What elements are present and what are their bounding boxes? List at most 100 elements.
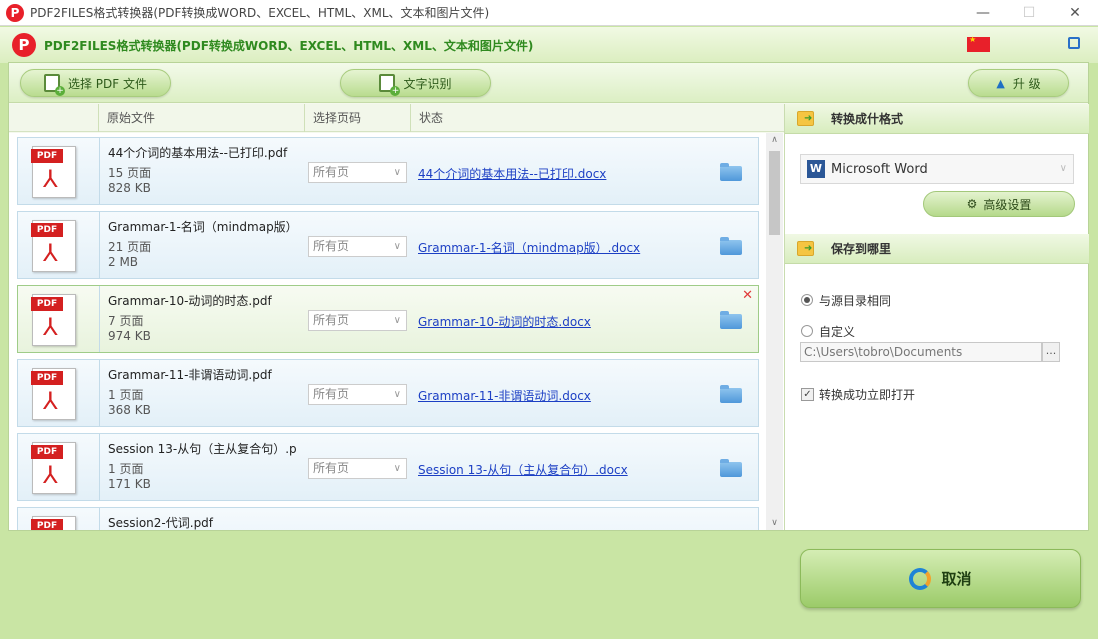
- file-row[interactable]: PDF ⅄ Grammar-11-非谓语动词.pdf 1 页面 368 KB 所有…: [17, 359, 759, 427]
- pdf-file-icon: PDF⅄: [31, 442, 76, 494]
- folder-icon[interactable]: [720, 163, 742, 181]
- file-name: 44个介词的基本用法--已打印.pdf: [108, 146, 288, 160]
- app-header: P PDF2FILES格式转换器(PDF转换成WORD、EXCEL、HTML、X…: [0, 27, 1098, 63]
- convert-format-icon: [797, 111, 814, 126]
- file-pages: 1 页面: [108, 388, 144, 402]
- output-file-link[interactable]: Grammar-11-非谓语动词.docx: [418, 387, 591, 404]
- ocr-label: 文字识别: [403, 76, 452, 91]
- column-original-file[interactable]: 原始文件: [98, 104, 304, 132]
- settings-panel: 转换成什格式 W Microsoft Word ∨ ⚙ 高级设置 保存到哪里 与…: [784, 104, 1089, 530]
- file-pages: 7 页面: [108, 314, 144, 328]
- cancel-label: 取消: [941, 570, 972, 588]
- file-row[interactable]: PDF ⅄ Grammar-10-动词的时态.pdf 7 页面 974 KB 所有…: [17, 285, 759, 353]
- minimize-button[interactable]: —: [960, 0, 1006, 26]
- advanced-settings-button[interactable]: ⚙ 高级设置: [923, 191, 1075, 217]
- file-list-scrollbar[interactable]: ∧ ∨: [766, 133, 783, 530]
- pdf-file-icon: PDF⅄: [31, 368, 76, 420]
- file-size: 368 KB: [108, 403, 151, 417]
- file-size: 828 KB: [108, 181, 151, 195]
- close-window-button[interactable]: ✕: [1052, 0, 1098, 26]
- refresh-icon: [909, 567, 932, 590]
- upgrade-button[interactable]: ▲ 升 级: [968, 69, 1069, 97]
- select-pdf-button[interactable]: 选择 PDF 文件: [20, 69, 171, 97]
- file-pages: 15 页面: [108, 166, 152, 180]
- title-bar: P PDF2FILES格式转换器(PDF转换成WORD、EXCEL、HTML、X…: [0, 0, 1098, 26]
- column-page-range[interactable]: 选择页码: [304, 104, 410, 132]
- file-size: 171 KB: [108, 477, 151, 491]
- folder-icon[interactable]: [720, 311, 742, 329]
- ocr-icon: [379, 74, 401, 96]
- remove-file-icon[interactable]: ✕: [742, 288, 753, 303]
- gear-icon: ⚙: [966, 197, 978, 211]
- file-pages: 21 页面: [108, 240, 152, 254]
- logo-icon: P: [12, 33, 36, 57]
- maximize-button: ☐: [1022, 5, 1036, 21]
- format-section-header: 转换成什格式: [785, 104, 1089, 134]
- save-location-icon: [797, 241, 814, 256]
- save-path-input[interactable]: C:\Users\tobro\Documents: [800, 342, 1042, 362]
- file-size: 974 KB: [108, 329, 151, 343]
- file-row[interactable]: PDF ⅄ Session 13-从句（主从复合句）.p 1 页面 171 KB …: [17, 433, 759, 501]
- file-list: PDF ⅄ 44个介词的基本用法--已打印.pdf 15 页面 828 KB 所有…: [9, 133, 784, 530]
- app-icon: P: [6, 3, 24, 22]
- ocr-button[interactable]: 文字识别: [340, 69, 491, 97]
- file-list-header: 原始文件 选择页码 状态: [9, 104, 784, 132]
- save-section-header: 保存到哪里: [785, 234, 1089, 264]
- file-name: Session2-代词.pdf: [108, 516, 214, 530]
- scroll-up-icon[interactable]: ∧: [766, 133, 783, 147]
- up-arrow-icon: ▲: [996, 76, 1005, 90]
- window-title: PDF2FILES格式转换器(PDF转换成WORD、EXCEL、HTML、XML…: [30, 6, 490, 20]
- file-name: Grammar-10-动词的时态.pdf: [108, 294, 272, 308]
- open-after-checkbox[interactable]: ✓: [801, 388, 814, 401]
- output-format-value: Microsoft Word: [831, 161, 928, 177]
- feedback-icon[interactable]: [1068, 37, 1080, 49]
- toolbar: 选择 PDF 文件 文字识别 ▲ 升 级: [9, 63, 1088, 103]
- folder-icon[interactable]: [720, 237, 742, 255]
- file-size: 2 MB: [108, 255, 139, 269]
- column-status[interactable]: 状态: [410, 104, 784, 132]
- file-row[interactable]: PDF ⅄ 44个介词的基本用法--已打印.pdf 15 页面 828 KB 所有…: [17, 137, 759, 205]
- word-icon: W: [807, 160, 825, 178]
- output-file-link[interactable]: Grammar-10-动词的时态.docx: [418, 313, 591, 330]
- pdf-file-icon: PDF⅄: [31, 220, 76, 272]
- pdf-file-icon: PDF⅄: [31, 294, 76, 346]
- scroll-down-icon[interactable]: ∨: [766, 516, 783, 530]
- output-file-link[interactable]: Grammar-1-名词（mindmap版）.docx: [418, 239, 640, 256]
- file-row[interactable]: PDF⅄ Session2-代词.pdf: [17, 507, 759, 530]
- file-row[interactable]: PDF ⅄ Grammar-1-名词（mindmap版） 21 页面 2 MB 所…: [17, 211, 759, 279]
- file-name: Grammar-1-名词（mindmap版）: [108, 220, 298, 234]
- chevron-down-icon: ∨: [1059, 163, 1067, 174]
- file-pages: 1 页面: [108, 462, 144, 476]
- page-range-select[interactable]: 所有页: [308, 458, 407, 479]
- page-range-select[interactable]: 所有页: [308, 384, 407, 405]
- china-flag-icon[interactable]: [967, 35, 990, 52]
- save-section-title: 保存到哪里: [831, 242, 892, 256]
- output-file-link[interactable]: Session 13-从句（主从复合句）.docx: [418, 461, 628, 478]
- custom-dir-label[interactable]: 自定义: [819, 323, 855, 340]
- open-after-label[interactable]: 转换成功立即打开: [819, 386, 915, 403]
- file-name: Grammar-11-非谓语动词.pdf: [108, 368, 272, 382]
- scroll-thumb[interactable]: [769, 151, 780, 235]
- main-panel: 选择 PDF 文件 文字识别 ▲ 升 级 原始文件 选择页码 状态 PDF⅄ 4…: [8, 62, 1089, 531]
- pdf-file-icon: PDF⅄: [31, 516, 76, 530]
- custom-dir-radio[interactable]: [801, 325, 813, 337]
- file-name: Session 13-从句（主从复合句）.p: [108, 442, 297, 456]
- folder-icon[interactable]: [720, 385, 742, 403]
- app-title: PDF2FILES格式转换器(PDF转换成WORD、EXCEL、HTML、XML…: [44, 38, 534, 53]
- add-file-icon: [43, 74, 65, 96]
- folder-icon[interactable]: [720, 459, 742, 477]
- output-file-link[interactable]: 44个介词的基本用法--已打印.docx: [418, 165, 606, 182]
- output-format-select[interactable]: W Microsoft Word ∨: [800, 154, 1074, 184]
- browse-button[interactable]: ...: [1042, 342, 1060, 362]
- pdf-file-icon: PDF⅄: [31, 146, 76, 198]
- page-range-select[interactable]: 所有页: [308, 236, 407, 257]
- same-dir-radio[interactable]: [801, 294, 813, 306]
- page-range-select[interactable]: 所有页: [308, 162, 407, 183]
- same-dir-label[interactable]: 与源目录相同: [819, 292, 891, 309]
- upgrade-label: 升 级: [1012, 76, 1041, 91]
- page-range-select[interactable]: 所有页: [308, 310, 407, 331]
- cancel-button[interactable]: 取消: [800, 549, 1081, 608]
- advanced-settings-label: 高级设置: [983, 197, 1032, 212]
- format-section-title: 转换成什格式: [831, 112, 904, 126]
- select-pdf-label: 选择 PDF 文件: [67, 76, 147, 91]
